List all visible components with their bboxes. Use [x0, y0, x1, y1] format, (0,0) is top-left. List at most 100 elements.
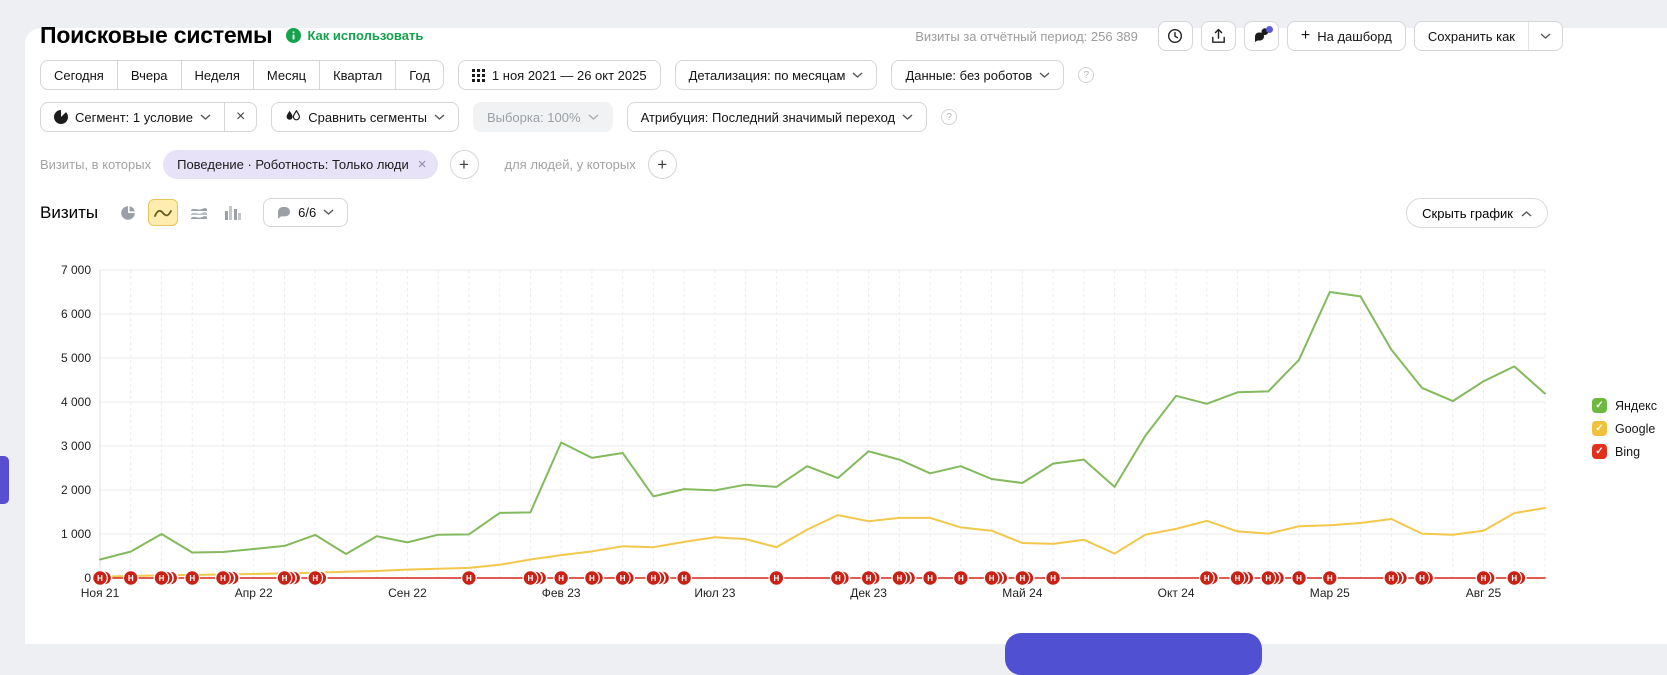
annotation-marker[interactable]: Н — [769, 571, 784, 586]
annotation-marker[interactable]: Н — [1292, 571, 1307, 586]
metrics-dropdown[interactable]: 6/6 — [263, 198, 348, 227]
data-mode-dropdown[interactable]: Данные: без роботов — [891, 60, 1064, 90]
period-tab-week[interactable]: Неделя — [181, 60, 254, 90]
annotation-glyph: Н — [620, 574, 626, 583]
period-tab-year[interactable]: Год — [395, 60, 444, 90]
annotation-glyph: Н — [1235, 574, 1241, 583]
legend-checkbox-icon[interactable]: ✓ — [1592, 444, 1607, 459]
period-tab-month[interactable]: Месяц — [253, 60, 320, 90]
chevron-down-icon — [200, 114, 211, 121]
annotation-marker[interactable]: Н — [523, 571, 546, 586]
annotation-marker[interactable]: Н — [984, 571, 1007, 586]
annotation-marker[interactable]: Н — [1230, 571, 1254, 586]
legend-item-Яндекс[interactable]: ✓Яндекс — [1592, 398, 1657, 413]
comments-button[interactable] — [1244, 21, 1279, 51]
annotation-marker[interactable]: Н — [462, 571, 477, 586]
save-as-label: Сохранить как — [1415, 22, 1528, 50]
export-button[interactable] — [1201, 21, 1236, 51]
detail-dropdown[interactable]: Детализация: по месяцам — [675, 60, 878, 90]
annotation-marker[interactable]: Н — [554, 571, 569, 586]
annotation-marker[interactable]: Н — [954, 571, 969, 586]
annotation-marker[interactable]: Н — [1384, 571, 1408, 586]
annotation-marker[interactable]: Н — [892, 571, 916, 586]
period-tab-today[interactable]: Сегодня — [40, 60, 118, 90]
date-range-button[interactable]: 1 ноя 2021 — 26 окт 2025 — [458, 60, 661, 90]
x-axis-tick: Апр 22 — [235, 586, 273, 600]
annotation-glyph: Н — [1019, 574, 1025, 583]
legend-item-Bing[interactable]: ✓Bing — [1592, 444, 1657, 459]
compare-drops-icon — [285, 110, 301, 124]
annotation-marker[interactable]: Н — [1415, 571, 1434, 586]
sampling-dropdown[interactable]: Выборка: 100% — [473, 102, 613, 132]
annotation-marker[interactable]: Н — [185, 571, 200, 586]
annotation-marker[interactable]: Н — [585, 571, 604, 586]
legend-checkbox-icon[interactable]: ✓ — [1592, 421, 1607, 436]
help-icon[interactable]: ? — [941, 109, 957, 125]
legend-item-Google[interactable]: ✓ Google — [1592, 421, 1657, 436]
save-as-button[interactable]: Сохранить как — [1414, 21, 1563, 51]
annotation-glyph: Н — [220, 574, 226, 583]
annotation-marker[interactable]: Н — [831, 571, 850, 586]
annotation-marker[interactable]: Н — [1046, 571, 1061, 586]
visits-filter-label: Визиты, в которых — [40, 157, 151, 172]
legend-label: Google — [1615, 422, 1655, 436]
chart-type-columns-button[interactable] — [218, 199, 248, 226]
annotation-glyph: Н — [97, 574, 103, 583]
chart-type-pie-button[interactable] — [113, 199, 143, 226]
hide-chart-button[interactable]: Скрыть график — [1406, 198, 1548, 228]
annotation-marker[interactable]: Н — [1507, 571, 1526, 586]
chevron-up-icon — [1521, 210, 1532, 217]
segment-clear-button[interactable]: × — [224, 102, 257, 132]
annotation-marker[interactable]: Н — [677, 571, 692, 586]
add-to-dashboard-button[interactable]: + На дашборд — [1287, 21, 1406, 51]
tab-label: Год — [409, 68, 430, 83]
chevron-down-icon — [588, 114, 599, 121]
chart-metric-title: Визиты — [40, 203, 98, 223]
period-tab-yesterday[interactable]: Вчера — [117, 60, 182, 90]
annotation-marker[interactable]: Н — [1322, 571, 1337, 586]
y-axis-tick: 3 000 — [61, 439, 91, 453]
side-panel-handle[interactable] — [0, 456, 9, 504]
annotation-marker[interactable]: Н — [308, 571, 327, 586]
annotation-marker[interactable]: Н — [615, 571, 634, 586]
chart-type-area-button[interactable] — [183, 199, 213, 226]
x-axis-tick: Мар 25 — [1310, 586, 1350, 600]
filter-chip-robots[interactable]: Поведение · Роботность: Только люди × — [163, 150, 437, 179]
annotation-marker[interactable]: Н — [923, 571, 938, 586]
visits-chart[interactable]: 01 0002 0003 0004 0005 0006 0007 000Ноя … — [40, 246, 1560, 614]
save-as-menu-button[interactable] — [1529, 22, 1562, 50]
add-people-filter-button[interactable]: + — [648, 150, 677, 179]
annotation-marker[interactable]: Н — [216, 571, 240, 586]
annotation-glyph: Н — [1050, 574, 1056, 583]
x-axis-tick: Май 24 — [1002, 586, 1043, 600]
date-range-label: 1 ноя 2021 — 26 окт 2025 — [492, 68, 647, 83]
annotation-marker[interactable]: Н — [861, 571, 880, 586]
series-line-Яндекс[interactable] — [100, 292, 1545, 560]
annotation-marker[interactable]: Н — [154, 571, 178, 586]
annotation-marker[interactable]: Н — [646, 571, 670, 586]
pie-chart-icon — [120, 205, 136, 221]
chart-type-line-button[interactable] — [148, 199, 178, 226]
attribution-dropdown[interactable]: Атрибуция: Последний значимый переход — [627, 102, 928, 132]
annotation-marker[interactable]: Н — [277, 571, 301, 586]
annotation-marker[interactable]: Н — [123, 571, 138, 586]
chip-close-icon[interactable]: × — [418, 157, 427, 172]
annotation-marker[interactable]: Н — [1200, 571, 1219, 586]
legend-checkbox-icon[interactable]: ✓ — [1592, 398, 1607, 413]
series-line-Google[interactable] — [100, 508, 1545, 577]
add-visit-filter-button[interactable]: + — [450, 150, 479, 179]
annotation-marker[interactable]: Н — [93, 571, 112, 586]
bottom-action-button[interactable] — [1005, 633, 1262, 675]
segment-dropdown[interactable]: Сегмент: 1 условие — [40, 102, 225, 132]
annotation-marker[interactable]: Н — [1476, 571, 1495, 586]
history-button[interactable] — [1158, 21, 1193, 51]
annotation-marker[interactable]: Н — [1261, 571, 1285, 586]
compare-segments-dropdown[interactable]: Сравнить сегменты — [271, 102, 459, 132]
annotation-marker[interactable]: Н — [1015, 571, 1034, 586]
columns-chart-icon — [225, 206, 241, 220]
period-tab-quarter[interactable]: Квартал — [319, 60, 396, 90]
annotation-glyph: Н — [989, 574, 995, 583]
annotation-glyph: Н — [1296, 574, 1302, 583]
how-to-use-link[interactable]: Как использовать — [286, 28, 423, 43]
help-icon[interactable]: ? — [1078, 67, 1094, 83]
